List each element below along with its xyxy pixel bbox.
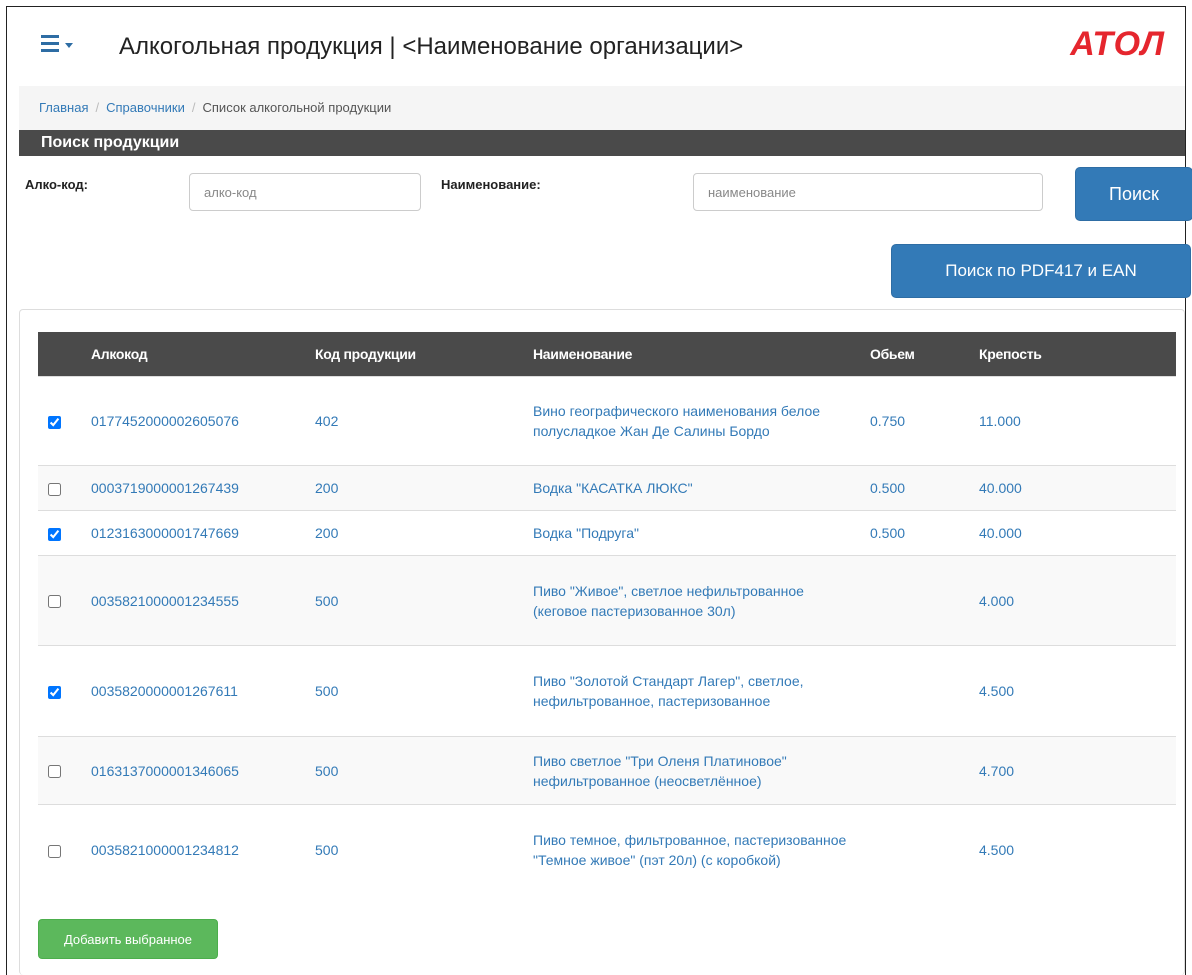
alcocode-cell[interactable]: 0163137000001346065 bbox=[91, 736, 315, 805]
add-selected-button[interactable]: Добавить выбранное bbox=[38, 919, 218, 959]
product-name-cell[interactable]: Водка "Подруга" bbox=[533, 510, 870, 556]
table-row[interactable]: 0003719000001267439 200 Водка "КАСАТКА Л… bbox=[38, 465, 1176, 511]
alcocode-input[interactable] bbox=[189, 173, 421, 211]
breadcrumb-separator: / bbox=[191, 100, 196, 115]
search-button[interactable]: Поиск bbox=[1075, 167, 1192, 221]
product-code-cell[interactable]: 500 bbox=[315, 645, 533, 737]
strength-cell[interactable]: 40.000 bbox=[979, 510, 1176, 556]
alcocode-cell[interactable]: 0123163000001747669 bbox=[91, 510, 315, 556]
volume-cell[interactable] bbox=[870, 555, 979, 646]
strength-cell[interactable]: 11.000 bbox=[979, 376, 1176, 466]
menu-button[interactable] bbox=[41, 35, 73, 52]
row-checkbox[interactable] bbox=[48, 482, 61, 496]
strength-cell[interactable]: 4.000 bbox=[979, 555, 1176, 646]
product-name-cell[interactable]: Пиво темное, фильтрованное, пастеризован… bbox=[533, 804, 870, 895]
hamburger-icon bbox=[41, 35, 59, 52]
strength-cell[interactable]: 40.000 bbox=[979, 465, 1176, 511]
row-select-cell bbox=[38, 510, 91, 556]
strength-cell[interactable]: 4.500 bbox=[979, 645, 1176, 737]
row-checkbox[interactable] bbox=[48, 765, 61, 779]
breadcrumb-current: Список алкогольной продукции bbox=[202, 100, 392, 115]
strength-cell[interactable]: 4.700 bbox=[979, 736, 1176, 805]
volume-cell[interactable] bbox=[870, 645, 979, 737]
row-checkbox[interactable] bbox=[48, 527, 61, 541]
alcocode-cell[interactable]: 0177452000002605076 bbox=[91, 376, 315, 466]
name-input[interactable] bbox=[693, 173, 1043, 211]
row-select-cell bbox=[38, 555, 91, 646]
breadcrumb: Главная / Справочники / Список алкогольной п… bbox=[19, 86, 1185, 130]
table-row[interactable]: 0035821000001234555 500 Пиво "Живое", св… bbox=[38, 555, 1176, 646]
app-frame: Алкогольная продукция | <Наименование ор… bbox=[6, 6, 1192, 975]
product-name-cell[interactable]: Пиво "Живое", светлое нефильтрованное (к… bbox=[533, 555, 870, 646]
row-select-cell bbox=[38, 376, 91, 466]
row-checkbox[interactable] bbox=[48, 685, 61, 699]
strength-cell[interactable]: 4.500 bbox=[979, 804, 1176, 895]
volume-cell[interactable]: 0.500 bbox=[870, 465, 979, 511]
search-section-header: Поиск продукции bbox=[19, 130, 1185, 156]
page-title: Алкогольная продукция | <Наименование ор… bbox=[119, 33, 744, 60]
row-select-cell bbox=[38, 804, 91, 895]
product-code-cell[interactable]: 500 bbox=[315, 736, 533, 805]
header-alcocode[interactable]: Алкокод bbox=[91, 332, 315, 377]
breadcrumb-directories[interactable]: Справочники bbox=[106, 100, 185, 115]
product-name-cell[interactable]: Пиво светлое "Три Оленя Платиновое" нефи… bbox=[533, 736, 870, 805]
alcocode-label: Алко-код: bbox=[25, 177, 88, 192]
alcocode-cell[interactable]: 0035821000001234555 bbox=[91, 555, 315, 646]
volume-cell[interactable] bbox=[870, 804, 979, 895]
product-code-cell[interactable]: 500 bbox=[315, 555, 533, 646]
row-checkbox[interactable] bbox=[48, 595, 61, 609]
table-row[interactable]: 0035821000001234812 500 Пиво темное, фил… bbox=[38, 804, 1176, 895]
alcocode-cell[interactable]: 0035821000001234812 bbox=[91, 804, 315, 895]
product-code-cell[interactable]: 200 bbox=[315, 465, 533, 511]
volume-cell[interactable]: 0.750 bbox=[870, 376, 979, 466]
products-table: Алкокод Код продукции Наименование Обьем… bbox=[38, 332, 1176, 895]
brand-logo[interactable]: АТОЛ bbox=[1070, 25, 1165, 64]
header-product-code[interactable]: Код продукции bbox=[315, 332, 533, 377]
product-name-cell[interactable]: Вино географического наименования белое … bbox=[533, 376, 870, 466]
product-code-cell[interactable]: 500 bbox=[315, 804, 533, 895]
name-label: Наименование: bbox=[441, 177, 541, 192]
header-strength[interactable]: Крепость bbox=[979, 332, 1176, 377]
alcocode-cell[interactable]: 0035820000001267611 bbox=[91, 645, 315, 737]
product-name-cell[interactable]: Пиво "Золотой Стандарт Лагер", светлое, … bbox=[533, 645, 870, 737]
volume-cell[interactable]: 0.500 bbox=[870, 510, 979, 556]
row-select-cell bbox=[38, 736, 91, 805]
table-row[interactable]: 0035820000001267611 500 Пиво "Золотой Ст… bbox=[38, 645, 1176, 737]
table-header-row: Алкокод Код продукции Наименование Обьем… bbox=[38, 332, 1176, 377]
header-checkbox-col bbox=[38, 332, 91, 377]
row-select-cell bbox=[38, 465, 91, 511]
product-name-cell[interactable]: Водка "КАСАТКА ЛЮКС" bbox=[533, 465, 870, 511]
breadcrumb-home[interactable]: Главная bbox=[39, 100, 88, 115]
table-row[interactable]: 0177452000002605076 402 Вино географичес… bbox=[38, 376, 1176, 466]
alcocode-cell[interactable]: 0003719000001267439 bbox=[91, 465, 315, 511]
results-panel: Алкокод Код продукции Наименование Обьем… bbox=[19, 309, 1185, 975]
row-select-cell bbox=[38, 645, 91, 737]
breadcrumb-separator: / bbox=[95, 100, 100, 115]
row-checkbox[interactable] bbox=[48, 844, 61, 858]
barcode-search-button[interactable]: Поиск по PDF417 и EAN bbox=[891, 244, 1191, 298]
header-name[interactable]: Наименование bbox=[533, 332, 870, 377]
header-volume[interactable]: Обьем bbox=[870, 332, 979, 377]
product-code-cell[interactable]: 402 bbox=[315, 376, 533, 466]
row-checkbox[interactable] bbox=[48, 415, 61, 429]
table-row[interactable]: 0123163000001747669 200 Водка "Подруга" … bbox=[38, 510, 1176, 556]
table-row[interactable]: 0163137000001346065 500 Пиво светлое "Тр… bbox=[38, 736, 1176, 805]
caret-down-icon bbox=[65, 42, 73, 48]
volume-cell[interactable] bbox=[870, 736, 979, 805]
product-code-cell[interactable]: 200 bbox=[315, 510, 533, 556]
top-bar: Алкогольная продукция | <Наименование ор… bbox=[7, 7, 1185, 85]
